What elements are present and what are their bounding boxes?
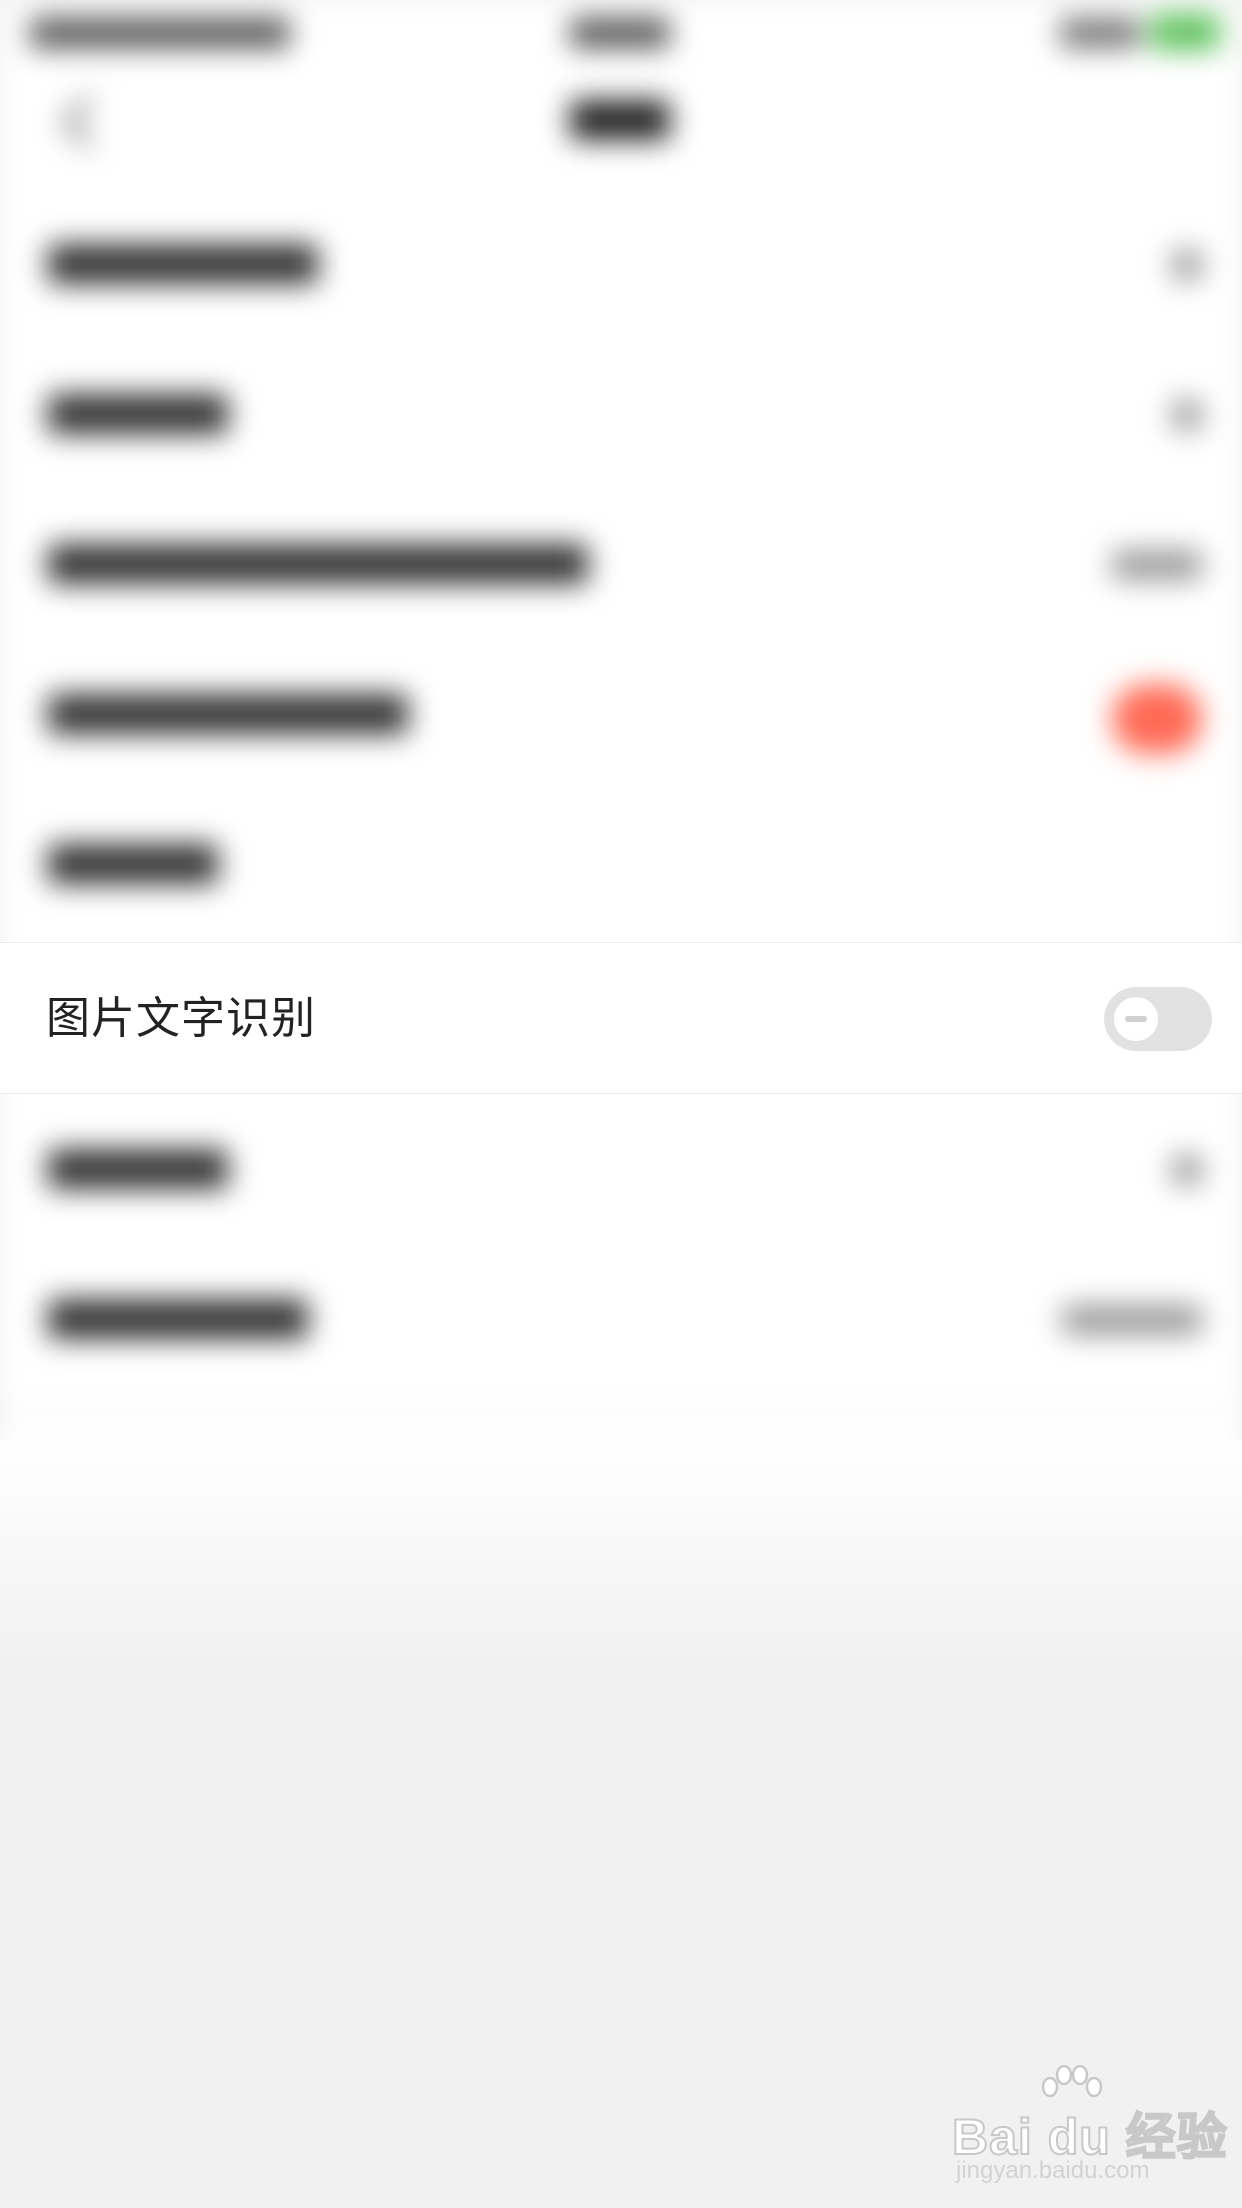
settings-screen: 图片文字识别 Bai du 经验 jingyan.baidu.com — [0, 0, 1242, 2208]
watermark-url: jingyan.baidu.com — [956, 2157, 1150, 2184]
nav-title — [570, 100, 670, 140]
notification-badge — [1112, 684, 1202, 754]
blurred-background — [0, 0, 1242, 1560]
settings-row[interactable] — [0, 790, 1242, 938]
minus-icon — [1125, 1016, 1147, 1022]
image-text-recognition-row[interactable]: 图片文字识别 — [0, 942, 1242, 1094]
settings-row[interactable] — [0, 340, 1242, 488]
image-text-recognition-label: 图片文字识别 — [46, 993, 316, 1044]
background-fade — [0, 1440, 1242, 1660]
settings-row[interactable] — [0, 640, 1242, 788]
baidu-jingyan-watermark: Bai du 经验 jingyan.baidu.com — [940, 2065, 1228, 2185]
toggle-knob — [1114, 997, 1158, 1041]
section-divider — [0, 1410, 1242, 1412]
settings-row[interactable] — [0, 490, 1242, 638]
image-text-recognition-toggle[interactable] — [1104, 987, 1212, 1051]
settings-row[interactable] — [0, 1095, 1242, 1243]
back-arrow-icon[interactable] — [62, 96, 114, 148]
settings-row[interactable] — [0, 190, 1242, 338]
settings-row[interactable] — [0, 1245, 1242, 1393]
